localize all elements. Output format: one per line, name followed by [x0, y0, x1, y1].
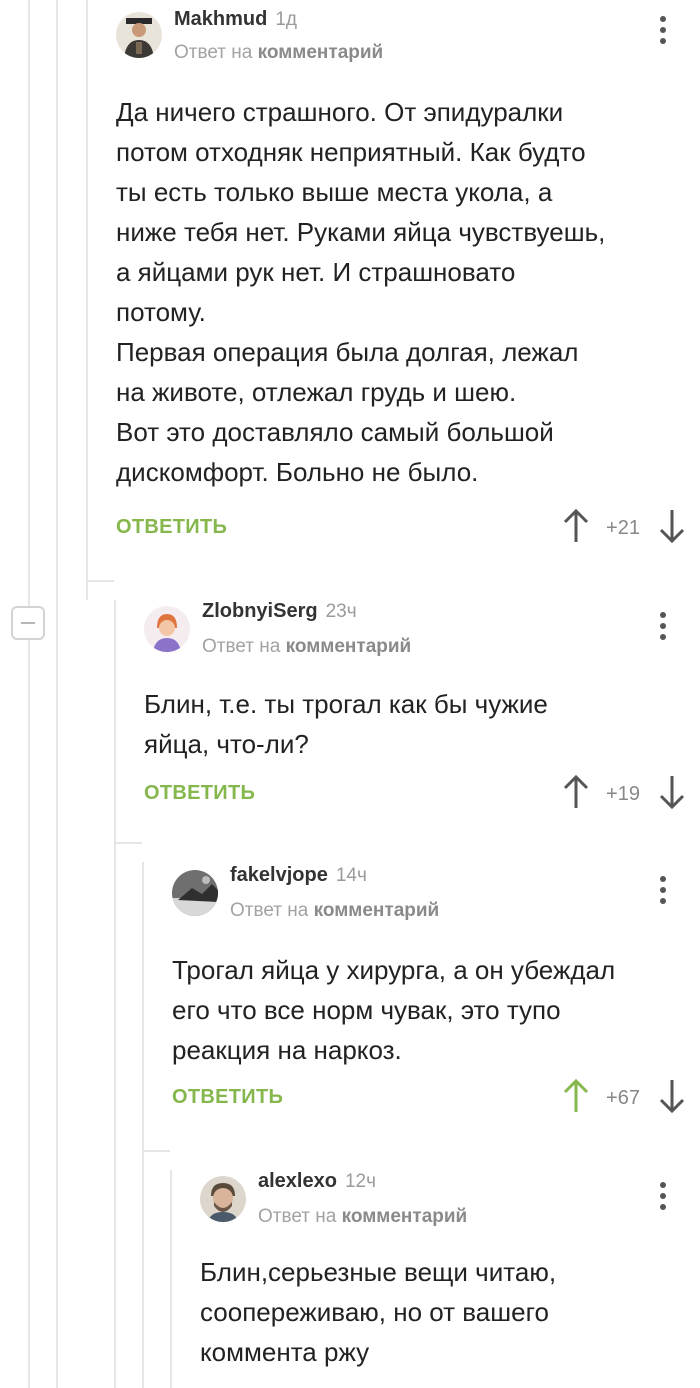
comment-time: 12ч — [344, 1171, 376, 1192]
arrow-up-icon[interactable] — [562, 1078, 590, 1114]
comment-header: alexlexo 12ч Ответ на комментарий — [200, 1168, 700, 1248]
vote-score: +19 — [606, 783, 640, 805]
thread-line — [86, 0, 88, 580]
reply-button[interactable]: ОТВЕТИТЬ — [116, 516, 227, 539]
more-vertical-icon[interactable] — [652, 876, 674, 916]
thread-line — [142, 862, 144, 1388]
comment-time: 23ч — [325, 601, 357, 622]
thread-branch — [86, 580, 114, 600]
comment: ZlobnyiSerg 23ч Ответ на комментарий Блин… — [144, 600, 700, 810]
comment-text: Да ничего страшного. От эпидуралки потом… — [116, 97, 606, 487]
comment-text: Блин,серьезные вещи читаю, соопереживаю,… — [200, 1257, 557, 1367]
comment-header: ZlobnyiSerg 23ч Ответ на комментарий — [144, 600, 700, 680]
arrow-down-icon[interactable] — [658, 774, 686, 810]
comment: fakelvjope 14ч Ответ на комментарий Трога… — [172, 862, 700, 1114]
comment-author[interactable]: alexlexo 12ч — [258, 1170, 376, 1193]
reply-to-link[interactable]: Ответ на комментарий — [202, 636, 411, 658]
thread-line — [56, 0, 58, 1388]
comment-header: fakelvjope 14ч Ответ на комментарий — [172, 862, 700, 942]
comment-actions: ОТВЕТИТЬ +19 — [144, 774, 700, 814]
comment-time: 1д — [275, 9, 297, 30]
vote-score: +21 — [606, 517, 640, 539]
avatar[interactable] — [200, 1176, 246, 1222]
thread-branch — [114, 842, 142, 862]
comment: Makhmud 1д Ответ на комментарий Да ничего… — [116, 8, 700, 544]
comment-author[interactable]: ZlobnyiSerg 23ч — [202, 600, 357, 623]
comment-author[interactable]: Makhmud 1д — [174, 8, 297, 31]
thread-line — [114, 600, 116, 1388]
comment-text: Трогал яйца у хирурга, а он убеждал его … — [172, 955, 616, 1065]
thread-line — [170, 1170, 172, 1388]
arrow-up-icon[interactable] — [562, 774, 590, 810]
avatar[interactable] — [116, 12, 162, 58]
comment-actions: ОТВЕТИТЬ +67 — [172, 1078, 700, 1118]
reply-button[interactable]: ОТВЕТИТЬ — [172, 1086, 283, 1109]
reply-to-link[interactable]: Ответ на комментарий — [258, 1206, 467, 1228]
reply-button[interactable]: ОТВЕТИТЬ — [144, 782, 255, 805]
vote-score: +67 — [606, 1087, 640, 1109]
thread-line — [28, 0, 30, 1388]
more-vertical-icon[interactable] — [652, 1182, 674, 1222]
thread-branch — [142, 1150, 170, 1170]
more-vertical-icon[interactable] — [652, 612, 674, 652]
collapse-minus-icon — [21, 622, 35, 624]
avatar[interactable] — [144, 606, 190, 652]
reply-to-link[interactable]: Ответ на комментарий — [174, 42, 383, 64]
arrow-up-icon[interactable] — [562, 508, 590, 544]
comment-text: Блин, т.е. ты трогал как бы чужие яйца, … — [144, 689, 548, 759]
comment: alexlexo 12ч Ответ на комментарий Блин,се… — [200, 1168, 700, 1372]
arrow-down-icon[interactable] — [658, 1078, 686, 1114]
more-vertical-icon[interactable] — [652, 16, 674, 56]
comment-time: 14ч — [335, 865, 367, 886]
comment-author[interactable]: fakelvjope 14ч — [230, 864, 367, 887]
comment-actions: ОТВЕТИТЬ +21 — [116, 508, 700, 548]
comment-header: Makhmud 1д Ответ на комментарий — [116, 8, 700, 90]
avatar[interactable] — [172, 870, 218, 916]
collapse-thread-button[interactable] — [11, 606, 45, 640]
arrow-down-icon[interactable] — [658, 508, 686, 544]
reply-to-link[interactable]: Ответ на комментарий — [230, 900, 439, 922]
